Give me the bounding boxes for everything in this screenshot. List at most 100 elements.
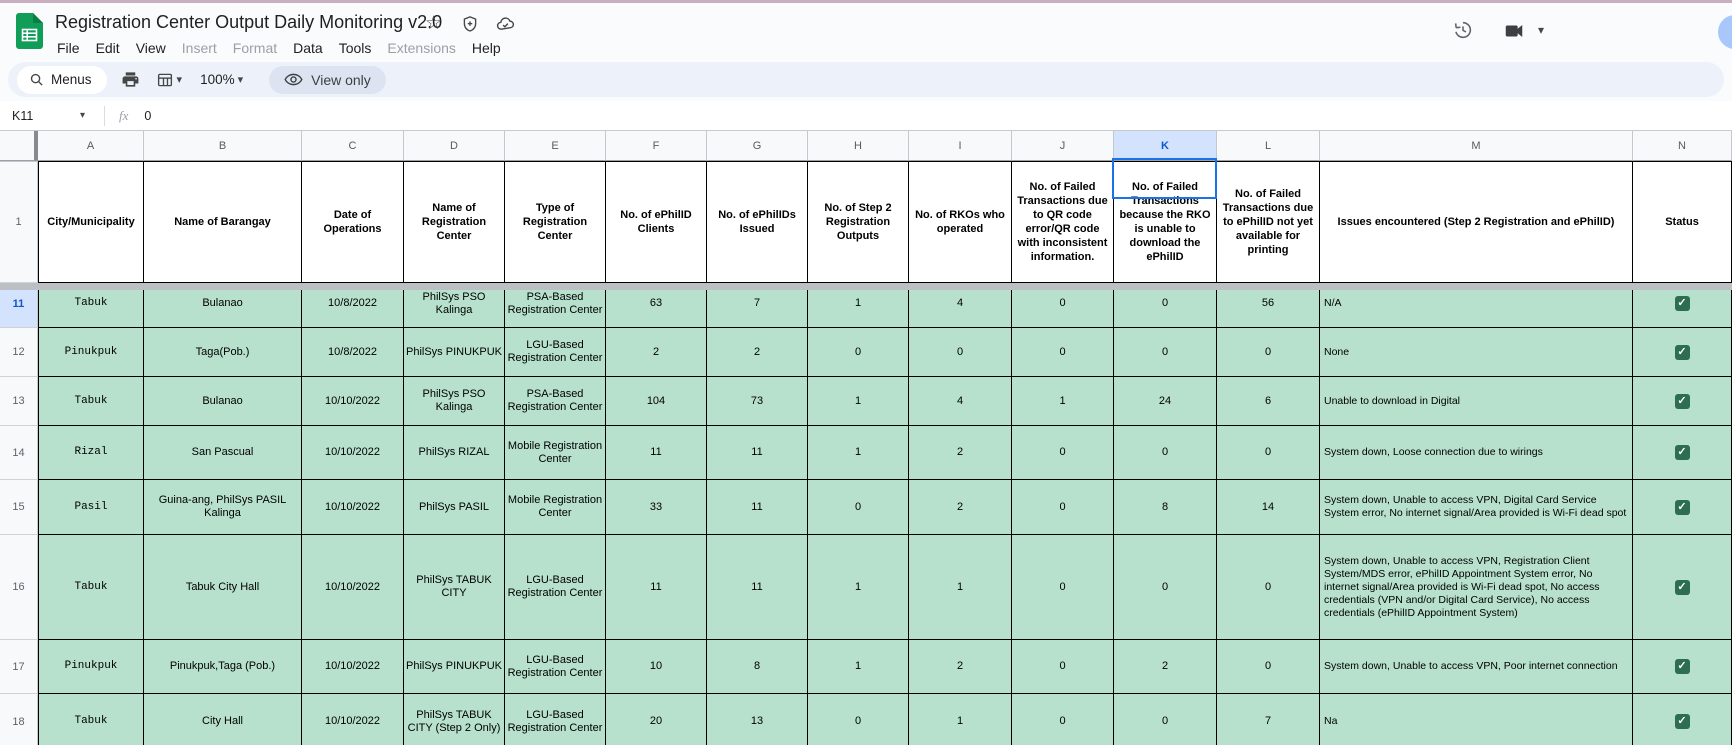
cell-C13[interactable]: 10/10/2022 [302,377,404,426]
cell-M13[interactable]: Unable to download in Digital [1320,377,1633,426]
column-header-K[interactable]: K [1114,131,1217,161]
cell-F18[interactable]: 20 [606,694,707,745]
column-header-N[interactable]: N [1633,131,1732,161]
cell-K18[interactable]: 0 [1114,694,1217,745]
cell-D17[interactable]: PhilSys PINUKPUK [404,640,505,694]
column-header-L[interactable]: L [1217,131,1320,161]
row-header-17[interactable]: 17 [0,640,38,694]
formula-input[interactable]: 0 [144,109,151,123]
cell-L14[interactable]: 0 [1217,426,1320,480]
cell-F14[interactable]: 11 [606,426,707,480]
cell-H18[interactable]: 0 [808,694,909,745]
header-cell-K[interactable]: No. of Failed Transactions because the R… [1114,161,1217,283]
cell-B13[interactable]: Bulanao [144,377,302,426]
cell-A16[interactable]: Tabuk [38,535,144,640]
row-header-16[interactable]: 16 [0,535,38,640]
cell-J14[interactable]: 0 [1012,426,1114,480]
cell-J17[interactable]: 0 [1012,640,1114,694]
status-checkbox[interactable]: ✓ [1674,714,1690,729]
column-header-A[interactable]: A [38,131,144,161]
cell-H15[interactable]: 0 [808,480,909,535]
row-header-12[interactable]: 12 [0,328,38,377]
column-header-I[interactable]: I [909,131,1012,161]
cell-K13[interactable]: 24 [1114,377,1217,426]
status-checkbox[interactable]: ✓ [1674,393,1690,409]
header-cell-F[interactable]: No. of ePhilID Clients [606,161,707,283]
cell-H16[interactable]: 1 [808,535,909,640]
cell-H12[interactable]: 0 [808,328,909,377]
cell-I18[interactable]: 1 [909,694,1012,745]
row-header-1[interactable]: 1 [0,161,38,283]
cell-K15[interactable]: 8 [1114,480,1217,535]
row-header-18[interactable]: 18 [0,694,38,745]
cell-D18[interactable]: PhilSys TABUK CITY (Step 2 Only) [404,694,505,745]
cell-C18[interactable]: 10/10/2022 [302,694,404,745]
cell-I15[interactable]: 2 [909,480,1012,535]
cell-I14[interactable]: 2 [909,426,1012,480]
cell-J18[interactable]: 0 [1012,694,1114,745]
status-checkbox[interactable]: ✓ [1674,344,1690,360]
cell-M14[interactable]: System down, Loose connection due to wir… [1320,426,1633,480]
cell-N14[interactable]: ✓ [1633,426,1732,480]
header-cell-M[interactable]: Issues encountered (Step 2 Registration … [1320,161,1633,283]
cell-G12[interactable]: 2 [707,328,808,377]
cell-M17[interactable]: System down, Unable to access VPN, Poor … [1320,640,1633,694]
cell-B17[interactable]: Pinukpuk,Taga (Pob.) [144,640,302,694]
header-cell-G[interactable]: No. of ePhilIDs Issued [707,161,808,283]
cell-N11[interactable]: ✓ [1633,290,1732,328]
header-cell-J[interactable]: No. of Failed Transactions due to QR cod… [1012,161,1114,283]
cell-A13[interactable]: Tabuk [38,377,144,426]
cell-C14[interactable]: 10/10/2022 [302,426,404,480]
header-cell-A[interactable]: City/Municipality [38,161,144,283]
cell-N17[interactable]: ✓ [1633,640,1732,694]
header-cell-E[interactable]: Type of Registration Center [505,161,606,283]
cell-L12[interactable]: 0 [1217,328,1320,377]
cell-L15[interactable]: 14 [1217,480,1320,535]
document-title[interactable]: Registration Center Output Daily Monitor… [55,12,442,33]
header-cell-B[interactable]: Name of Barangay [144,161,302,283]
cell-L13[interactable]: 6 [1217,377,1320,426]
print-icon[interactable] [121,70,140,89]
cell-C17[interactable]: 10/10/2022 [302,640,404,694]
cell-I12[interactable]: 0 [909,328,1012,377]
cell-F13[interactable]: 104 [606,377,707,426]
header-cell-I[interactable]: No. of RKOs who operated [909,161,1012,283]
cell-I17[interactable]: 2 [909,640,1012,694]
cell-A18[interactable]: Tabuk [38,694,144,745]
star-icon[interactable]: ☆ [424,14,443,33]
zoom-control[interactable]: 100% ▾ [200,72,243,87]
avatar[interactable] [1718,15,1732,49]
cell-L17[interactable]: 0 [1217,640,1320,694]
cell-K11[interactable]: 0 [1114,290,1217,328]
cell-G13[interactable]: 73 [707,377,808,426]
version-history-icon[interactable] [1452,19,1474,41]
menu-view[interactable]: View [128,38,174,58]
column-header-F[interactable]: F [606,131,707,161]
menu-data[interactable]: Data [285,38,331,58]
cell-D16[interactable]: PhilSys TABUK CITY [404,535,505,640]
cell-G11[interactable]: 7 [707,290,808,328]
row-header-14[interactable]: 14 [0,426,38,480]
cell-F15[interactable]: 33 [606,480,707,535]
cell-J12[interactable]: 0 [1012,328,1114,377]
cell-G18[interactable]: 13 [707,694,808,745]
row-header-13[interactable]: 13 [0,377,38,426]
cell-D13[interactable]: PhilSys PSO Kalinga [404,377,505,426]
cell-C16[interactable]: 10/10/2022 [302,535,404,640]
cell-F16[interactable]: 11 [606,535,707,640]
cell-D14[interactable]: PhilSys RIZAL [404,426,505,480]
cell-B15[interactable]: Guina-ang, PhilSys PASIL Kalinga [144,480,302,535]
menus-search-button[interactable]: Menus [17,65,107,94]
cell-C12[interactable]: 10/8/2022 [302,328,404,377]
column-header-G[interactable]: G [707,131,808,161]
status-checkbox[interactable]: ✓ [1674,499,1690,515]
cell-M11[interactable]: N/A [1320,290,1633,328]
cell-J15[interactable]: 0 [1012,480,1114,535]
cloud-status-icon[interactable] [496,14,515,33]
cell-M15[interactable]: System down, Unable to access VPN, Digit… [1320,480,1633,535]
header-cell-L[interactable]: No. of Failed Transactions due to ePhilI… [1217,161,1320,283]
status-checkbox[interactable]: ✓ [1674,659,1690,674]
column-header-B[interactable]: B [144,131,302,161]
cell-G16[interactable]: 11 [707,535,808,640]
cell-K17[interactable]: 2 [1114,640,1217,694]
